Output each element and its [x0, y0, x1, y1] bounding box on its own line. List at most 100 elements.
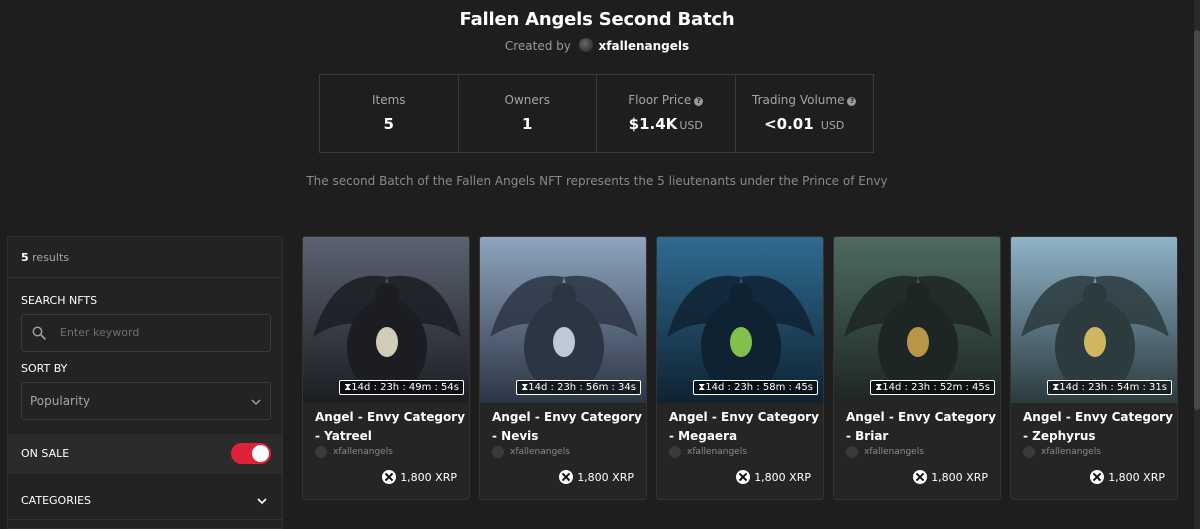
- help-icon[interactable]: ?: [694, 97, 704, 106]
- on-sale-label: ON SALE: [21, 447, 70, 460]
- auction-timer: ⧗14d : 23h : 49m : 54s: [339, 380, 464, 395]
- price-text: 1,800 XRP: [577, 470, 634, 484]
- timer-text: 14d : 23h : 58m : 45s: [705, 382, 813, 393]
- results-number: 5: [21, 251, 29, 264]
- search-label: SEARCH NFTS: [21, 294, 98, 307]
- stat-value: $1.4K: [628, 115, 678, 133]
- stat-value: 1: [522, 115, 533, 133]
- price-text: 1,800 XRP: [400, 470, 457, 484]
- owner-name: xfallenangels: [1041, 447, 1101, 457]
- nft-name[interactable]: Angel - Envy Category - Briar: [846, 408, 996, 446]
- search-icon: [32, 326, 46, 340]
- created-by: Created by xfallenangels: [0, 38, 1194, 53]
- stat-value: <0.01: [764, 115, 814, 133]
- nft-card[interactable]: ⧗14d : 23h : 58m : 45s Angel - Envy Cate…: [656, 236, 824, 500]
- timer-text: 14d : 23h : 52m : 45s: [882, 382, 990, 393]
- divider: [8, 519, 282, 520]
- owner-avatar: [492, 446, 504, 458]
- nft-grid: ⧗14d : 23h : 49m : 54s Angel - Envy Cate…: [302, 236, 1178, 500]
- auction-timer: ⧗14d : 23h : 52m : 45s: [870, 380, 995, 395]
- sort-value: Popularity: [30, 394, 91, 408]
- xrp-icon: [1090, 470, 1105, 484]
- nft-card[interactable]: ⧗14d : 23h : 52m : 45s Angel - Envy Cate…: [833, 236, 1001, 500]
- creator-link[interactable]: xfallenangels: [599, 39, 690, 53]
- collection-title: Fallen Angels Second Batch: [459, 9, 735, 30]
- nft-image[interactable]: [303, 237, 470, 403]
- help-icon[interactable]: ?: [847, 97, 857, 106]
- nft-owner[interactable]: xfallenangels: [492, 446, 570, 458]
- stat-label-wrap: Trading Volume?: [736, 93, 874, 107]
- nft-name[interactable]: Angel - Envy Category - Zephyrus: [1023, 408, 1173, 446]
- stat-label: Items: [371, 93, 406, 107]
- nft-image[interactable]: [657, 237, 824, 403]
- price-text: 1,800 XRP: [754, 470, 811, 484]
- stat-unit: USD: [679, 119, 703, 132]
- stat-unit: USD: [820, 119, 845, 132]
- nft-owner[interactable]: xfallenangels: [669, 446, 747, 458]
- chevron-down-icon[interactable]: [256, 495, 268, 507]
- nft-owner[interactable]: xfallenangels: [846, 446, 924, 458]
- created-by-label: Created by: [504, 39, 571, 53]
- nft-price: 1,800 XRP: [559, 470, 634, 484]
- owner-name: xfallenangels: [864, 447, 924, 457]
- owner-avatar: [846, 446, 858, 458]
- sort-label: SORT BY: [21, 362, 68, 375]
- on-sale-toggle[interactable]: [231, 443, 271, 464]
- nft-price: 1,800 XRP: [736, 470, 811, 484]
- owner-name: xfallenangels: [510, 447, 570, 457]
- collection-stats: Items 5 Owners 1 Floor Price? $1.4K USD T…: [319, 74, 874, 153]
- stat-trading-volume: Trading Volume? <0.01 USD: [736, 75, 874, 152]
- toggle-knob: [252, 445, 269, 462]
- nft-card[interactable]: ⧗14d : 23h : 56m : 34s Angel - Envy Cate…: [479, 236, 647, 500]
- nft-owner[interactable]: xfallenangels: [315, 446, 393, 458]
- nft-image[interactable]: [834, 237, 1001, 403]
- page-scrollbar[interactable]: [1194, 0, 1200, 529]
- auction-timer: ⧗14d : 23h : 58m : 45s: [693, 380, 818, 395]
- nft-image[interactable]: [1011, 237, 1178, 403]
- nft-name[interactable]: Angel - Envy Category - Nevis: [492, 408, 642, 446]
- on-sale-row: ON SALE: [8, 434, 282, 474]
- auction-timer: ⧗14d : 23h : 54m : 31s: [1047, 380, 1172, 395]
- nft-name[interactable]: Angel - Envy Category - Yatreel: [315, 408, 465, 446]
- timer-text: 14d : 23h : 54m : 31s: [1059, 382, 1167, 393]
- scrollbar-thumb[interactable]: [1194, 30, 1200, 410]
- nft-price: 1,800 XRP: [382, 470, 457, 484]
- price-text: 1,800 XRP: [931, 470, 988, 484]
- xrp-icon: [736, 470, 751, 484]
- xrp-icon: [382, 470, 397, 484]
- owner-avatar: [1023, 446, 1035, 458]
- nft-image[interactable]: [480, 237, 647, 403]
- search-placeholder: Enter keyword: [60, 326, 140, 339]
- nft-card[interactable]: ⧗14d : 23h : 49m : 54s Angel - Envy Cate…: [302, 236, 470, 500]
- collection-description: The second Batch of the Fallen Angels NF…: [306, 174, 888, 188]
- categories-label[interactable]: CATEGORIES: [21, 494, 91, 507]
- stat-floor-price: Floor Price? $1.4K USD: [597, 75, 736, 152]
- nft-owner[interactable]: xfallenangels: [1023, 446, 1101, 458]
- stat-owners: Owners 1: [459, 75, 597, 152]
- timer-text: 14d : 23h : 56m : 34s: [528, 382, 636, 393]
- stat-label: Owners: [504, 93, 550, 107]
- nft-name[interactable]: Angel - Envy Category - Megaera: [669, 408, 819, 446]
- results-label: results: [32, 251, 70, 264]
- owner-avatar: [315, 446, 327, 458]
- filter-sidebar: 5 results SEARCH NFTS Enter keyword SORT…: [7, 236, 283, 529]
- creator-avatar: [578, 38, 593, 52]
- stat-label: Trading Volume: [752, 93, 845, 107]
- timer-text: 14d : 23h : 49m : 54s: [351, 382, 459, 393]
- nft-price: 1,800 XRP: [913, 470, 988, 484]
- owner-name: xfallenangels: [687, 447, 747, 457]
- owner-avatar: [669, 446, 681, 458]
- owner-name: xfallenangels: [333, 447, 393, 457]
- divider: [8, 277, 282, 278]
- stat-value-wrap: $1.4K USD: [597, 115, 735, 133]
- price-text: 1,800 XRP: [1108, 470, 1165, 484]
- sort-select[interactable]: Popularity: [21, 382, 271, 420]
- stat-label-wrap: Floor Price?: [597, 93, 735, 107]
- stat-items: Items 5: [320, 75, 459, 152]
- stat-value-wrap: <0.01 USD: [736, 115, 874, 133]
- search-input[interactable]: Enter keyword: [21, 314, 271, 352]
- auction-timer: ⧗14d : 23h : 56m : 34s: [516, 380, 641, 395]
- stat-value: 5: [383, 115, 394, 133]
- nft-price: 1,800 XRP: [1090, 470, 1165, 484]
- nft-card[interactable]: ⧗14d : 23h : 54m : 31s Angel - Envy Cate…: [1010, 236, 1178, 500]
